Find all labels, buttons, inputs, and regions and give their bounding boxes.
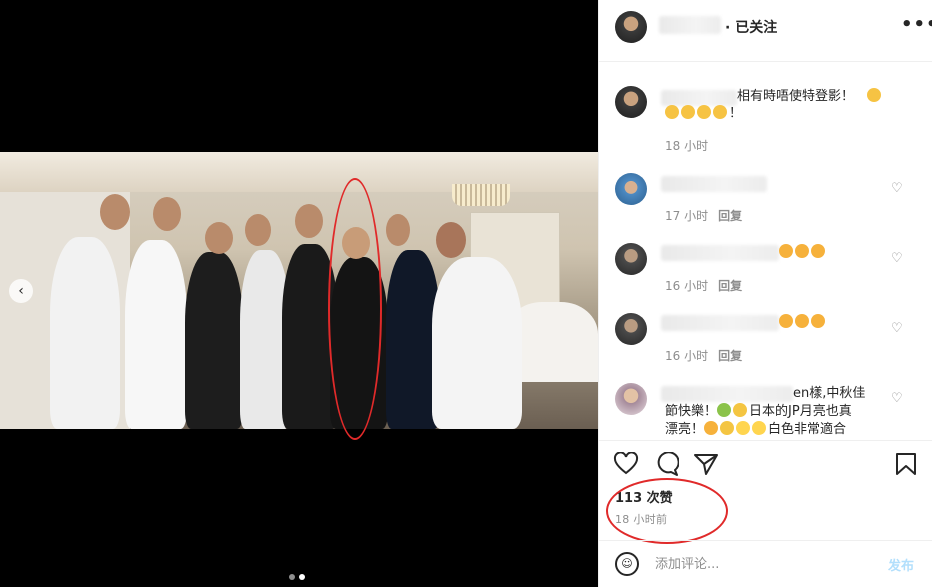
reply-button[interactable]: 回复: [718, 209, 742, 223]
comment-like-icon[interactable]: ♡: [891, 181, 903, 196]
heart-eyes-emoji-icon: [795, 244, 809, 258]
carousel-prev-button[interactable]: ‹: [9, 279, 33, 303]
share-icon[interactable]: [693, 452, 719, 476]
post-comment-button[interactable]: 发布: [888, 555, 914, 574]
comment-time: 18 小时: [665, 139, 709, 153]
comment-time: 16 小时 回复: [665, 349, 743, 363]
reply-button[interactable]: 回复: [718, 279, 742, 293]
comment-input[interactable]: [655, 553, 875, 575]
person-8: [432, 257, 522, 429]
comment-like-icon[interactable]: ♡: [891, 251, 903, 266]
comment-avatar[interactable]: [615, 313, 647, 345]
sparkle-emoji-icon: [736, 421, 751, 435]
heart-eyes-emoji-icon: [811, 244, 825, 258]
comment-text: en樣,中秋佳: [793, 386, 866, 401]
comment-emoji-row: [779, 244, 827, 262]
comment-avatar[interactable]: [615, 86, 647, 118]
comment-emoji-row-2: ！: [665, 105, 742, 123]
reply-button[interactable]: 回复: [718, 349, 742, 363]
heart-eyes-emoji-icon: [811, 314, 825, 328]
person-3: [185, 252, 243, 429]
bookmark-icon[interactable]: [895, 452, 917, 476]
heart-eyes-emoji-icon: [704, 421, 719, 435]
group-photo: [0, 152, 598, 429]
leaf-emoji-icon: [717, 403, 732, 417]
carousel-dots: [289, 569, 309, 584]
heart-eyes-emoji-icon: [779, 314, 793, 328]
grin-emoji-icon: [665, 105, 679, 119]
sparkle-emoji-icon: [752, 421, 767, 435]
comment-like-icon[interactable]: ♡: [891, 321, 903, 336]
follow-status[interactable]: · 已关注: [725, 17, 777, 37]
post-media-viewer: ‹: [0, 0, 598, 587]
comment-avatar[interactable]: [615, 173, 647, 205]
photo-chandelier: [452, 184, 510, 206]
comment-like-icon[interactable]: ♡: [891, 391, 903, 406]
add-comment-bar: ☺ 发布: [599, 540, 932, 587]
carousel-dot: [289, 574, 295, 580]
grin-emoji-icon: [681, 105, 695, 119]
annotation-circle-person: [328, 178, 382, 440]
person-5-head: [295, 204, 323, 238]
actions-divider: [599, 440, 932, 441]
person-2: [125, 240, 187, 429]
person-7-head: [386, 214, 410, 246]
person-8-head: [436, 222, 466, 258]
comment-emoji-row: [867, 88, 883, 106]
post-side-panel: · 已关注 ••• 相有時唔使特登影！ ！ 18 小时 ♡ 17 小时回复 ♡ …: [598, 0, 932, 587]
comment-emoji-row: [779, 314, 827, 332]
person-1-head: [100, 194, 130, 230]
comment-text-line3: 漂亮！ 白色非常適合: [665, 421, 847, 437]
person-2-head: [153, 197, 181, 231]
comment-username-blurred[interactable]: [661, 90, 737, 106]
annotation-circle-likes: [606, 478, 728, 544]
carousel-dot-active: [299, 574, 305, 580]
moon-emoji-icon: [733, 403, 748, 417]
grin-emoji-icon: [867, 88, 881, 102]
heart-eyes-emoji-icon: [795, 314, 809, 328]
grin-emoji-icon: [697, 105, 711, 119]
comment-time: 17 小时 回复: [665, 209, 743, 223]
comment-text-blurred: [661, 315, 779, 331]
heart-eyes-emoji-icon: [779, 244, 793, 258]
comment-avatar[interactable]: [615, 383, 647, 415]
comment-text-line2: ！: [729, 106, 743, 121]
heart-icon[interactable]: [613, 452, 639, 476]
comment-avatar[interactable]: [615, 243, 647, 275]
moon-emoji-icon: [720, 421, 735, 435]
person-3-head: [205, 222, 233, 254]
comment-text-line2: 節快樂！ 日本的JP月亮也真: [665, 403, 852, 419]
comment-time: 16 小时 回复: [665, 279, 743, 293]
author-avatar[interactable]: [615, 11, 647, 43]
more-options-icon[interactable]: •••: [901, 14, 932, 35]
post-header: · 已关注 •••: [599, 0, 932, 62]
comment-icon[interactable]: [653, 452, 679, 476]
author-username-blurred[interactable]: [659, 16, 721, 34]
grin-emoji-icon: [713, 105, 727, 119]
comment-text-blurred: [661, 245, 779, 261]
emoji-icon[interactable]: ☺: [615, 552, 639, 576]
comment-text: 相有時唔使特登影！: [737, 89, 855, 104]
comment-username-blurred[interactable]: [661, 386, 793, 402]
comment-text-blurred: [661, 176, 767, 192]
person-4-head: [245, 214, 271, 246]
person-1: [50, 237, 120, 429]
